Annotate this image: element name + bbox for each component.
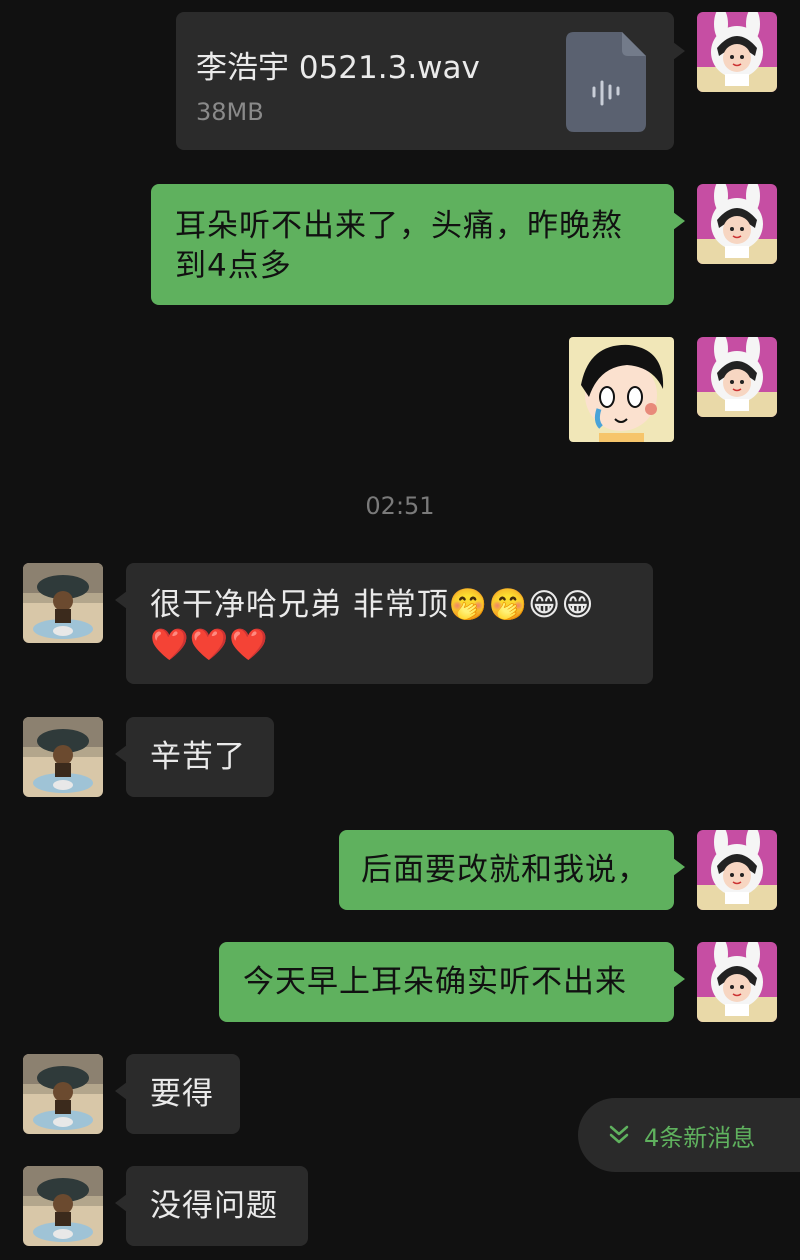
file-name: 李浩宇 0521.3.wav xyxy=(196,50,480,86)
message-text: 没得问题 xyxy=(150,1188,278,1224)
my-avatar[interactable] xyxy=(697,12,777,92)
new-messages-label: 4条新消息 xyxy=(644,1123,756,1152)
double-chevron-down-icon xyxy=(609,1125,629,1144)
message-text: 要得 xyxy=(150,1076,214,1112)
message-text: 后面要改就和我说， xyxy=(361,852,649,888)
my-avatar[interactable] xyxy=(697,184,777,264)
my-avatar[interactable] xyxy=(697,830,777,910)
sticker-image[interactable] xyxy=(569,337,674,442)
sent-message-bubble[interactable]: 今天早上耳朵确实听不出来 xyxy=(219,942,685,1022)
friend-avatar[interactable] xyxy=(23,1054,103,1134)
audio-file-icon xyxy=(566,32,646,132)
friend-avatar[interactable] xyxy=(23,717,103,797)
file-size: 38MB xyxy=(196,98,264,126)
audio-file-message[interactable]: 李浩宇 0521.3.wav 38MB xyxy=(176,12,685,150)
message-text: 辛苦了 xyxy=(150,739,246,775)
received-message-bubble[interactable]: 很干净哈兄弟 非常顶🤭🤭😁😁❤️❤️❤️ xyxy=(115,563,653,684)
sent-message-bubble[interactable]: 耳朵听不出来了，头痛，昨晚熬到4点多 xyxy=(151,184,685,305)
message-text: 很干净哈兄弟 非常顶🤭🤭😁😁❤️❤️❤️ xyxy=(150,587,595,663)
received-message-bubble[interactable]: 辛苦了 xyxy=(115,717,274,797)
message-timestamp: 02:51 xyxy=(365,492,435,520)
message-text: 今天早上耳朵确实听不出来 xyxy=(243,964,627,1000)
sent-message-bubble[interactable]: 后面要改就和我说， xyxy=(339,830,685,910)
received-message-bubble[interactable]: 没得问题 xyxy=(115,1166,308,1246)
friend-avatar[interactable] xyxy=(23,563,103,643)
my-avatar[interactable] xyxy=(697,942,777,1022)
friend-avatar[interactable] xyxy=(23,1166,103,1246)
new-messages-button[interactable]: 4条新消息 xyxy=(578,1098,800,1172)
received-message-bubble[interactable]: 要得 xyxy=(115,1054,240,1134)
message-text: 耳朵听不出来了，头痛，昨晚熬到4点多 xyxy=(175,208,623,284)
my-avatar[interactable] xyxy=(697,337,777,417)
